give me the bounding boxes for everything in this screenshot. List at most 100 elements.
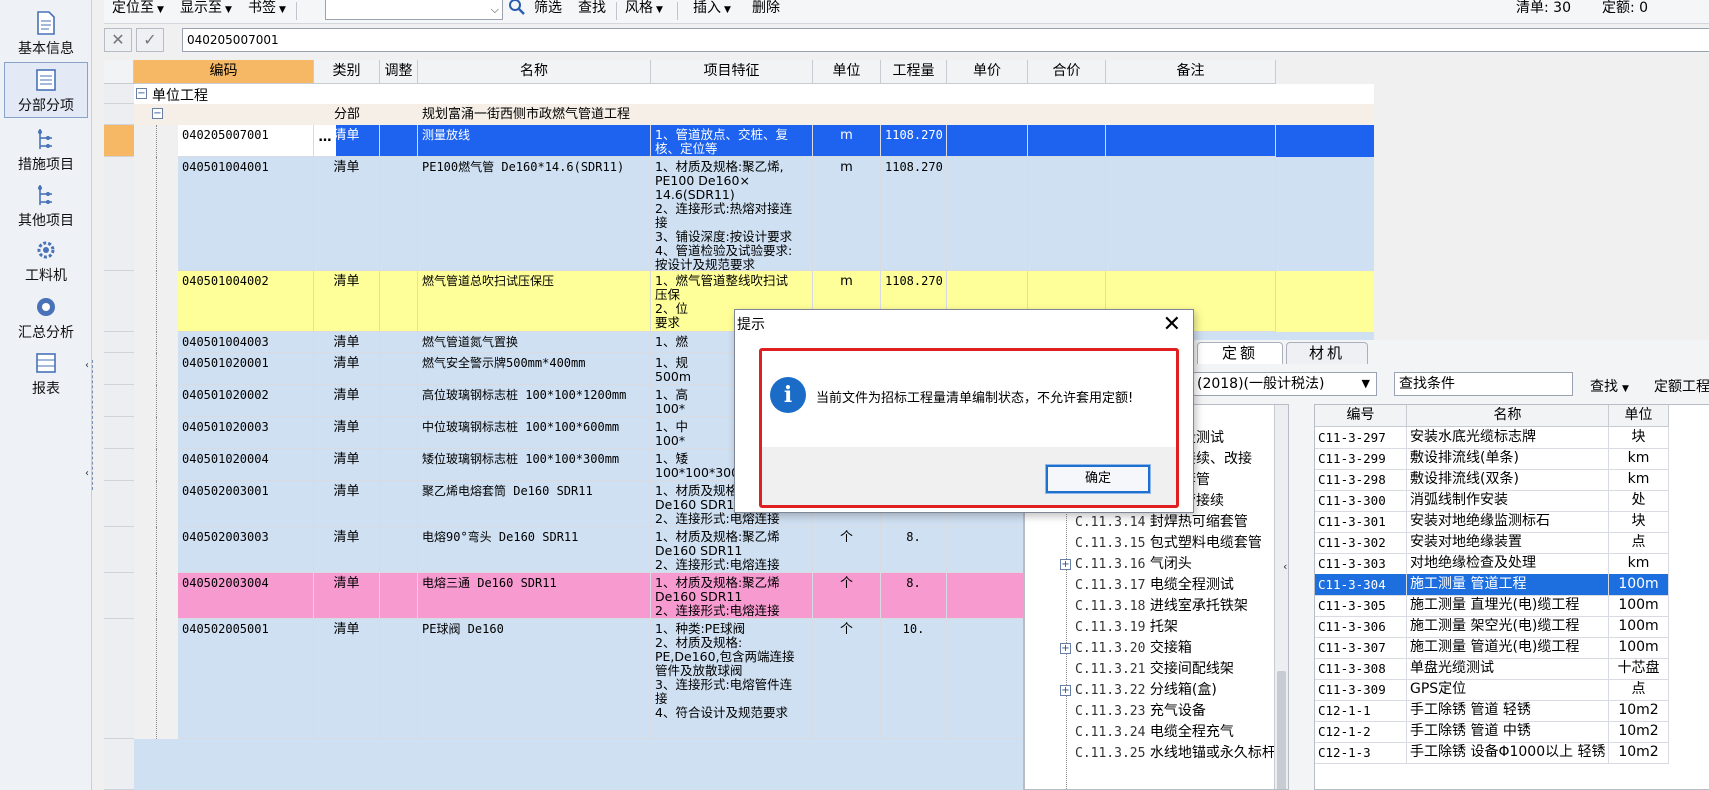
filter-button[interactable]: 筛选 — [534, 0, 562, 24]
list-item[interactable]: C11-3-303 对地绝缘检查及处理 km — [1315, 553, 1709, 575]
code-cell[interactable]: 040501004003 — [178, 332, 314, 353]
search-icon[interactable] — [508, 0, 526, 22]
row-number[interactable] — [104, 271, 134, 332]
code-cell[interactable]: 040501020002 — [178, 385, 314, 417]
scrollbar-thumb[interactable] — [1277, 671, 1286, 789]
tree-item[interactable]: C.11.3.23 充气设备 — [1075, 700, 1206, 722]
tree-scrollbar[interactable] — [1274, 405, 1288, 789]
sidebar-item-3[interactable]: 其他项目 — [4, 178, 88, 234]
list-item[interactable]: C12-1-1 手工除锈 管道 轻锈 10m2 — [1315, 700, 1709, 722]
list-item[interactable]: C11-3-299 敷设排流线(单条) km — [1315, 448, 1709, 470]
list-item[interactable]: C11-3-307 施工测量 管道光(电)缆工程 100m — [1315, 637, 1709, 659]
list-item[interactable]: C11-3-300 消弧线制作安装处 — [1315, 490, 1709, 512]
column-header-qty[interactable]: 工程量 — [881, 60, 947, 84]
sidebar-item-6[interactable]: 报表 — [4, 346, 88, 402]
close-icon[interactable]: ✕ — [1163, 314, 1181, 336]
column-header-name[interactable]: 名称 — [418, 60, 651, 84]
confirm-icon[interactable]: ✓ — [136, 28, 164, 52]
tree-item[interactable]: C.11.3.21 交接间配线架 — [1075, 658, 1234, 680]
list-header-code[interactable]: 编号 — [1315, 405, 1407, 427]
tree-item[interactable]: C.11.3.14 封焊热可缩套管 — [1075, 511, 1248, 533]
expand-icon[interactable]: + — [1060, 559, 1071, 570]
tab-quota[interactable]: 定额 — [1197, 342, 1283, 364]
tree-item[interactable]: C.11.3.25 水线地锚或永久标杆 — [1075, 742, 1276, 764]
column-header-remark[interactable]: 备注 — [1106, 60, 1276, 84]
code-cell[interactable]: 040502005001 — [178, 619, 314, 739]
list-item[interactable]: C12-1-2 手工除锈 管道 中锈 10m2 — [1315, 721, 1709, 743]
panel-splitter-icon[interactable]: ‹ — [1283, 560, 1287, 573]
list-item[interactable]: C12-1-3 手工除锈 设备Φ1000以上 轻锈 10m2 — [1315, 742, 1709, 764]
code-cell[interactable]: 040501020001 — [178, 353, 314, 385]
code-cell[interactable]: 040205007001 — [178, 125, 314, 157]
row-number[interactable] — [104, 157, 134, 271]
tree-item[interactable]: C.11.3.24 电缆全程充气 — [1075, 721, 1234, 743]
row-number[interactable] — [104, 619, 134, 739]
sidebar-item-5[interactable]: 汇总分析 — [4, 290, 88, 346]
row-number[interactable] — [104, 449, 134, 481]
list-item[interactable]: C11-3-305 施工测量 直埋光(电)缆工程 100m — [1315, 595, 1709, 617]
code-cell[interactable]: 040501004002 — [178, 271, 314, 332]
style-dropdown[interactable]: 风格 ▼ — [625, 0, 663, 24]
tab-material[interactable]: 材机 — [1286, 342, 1368, 364]
find-dropdown[interactable]: 查找 ▼ — [1590, 376, 1629, 396]
code-edit-input[interactable]: 040205007001 — [182, 28, 1709, 52]
tree-item[interactable]: C.11.3.15 包式塑料电缆套管 — [1075, 532, 1262, 554]
row-number[interactable] — [104, 527, 134, 573]
expand-icon[interactable]: + — [1060, 643, 1071, 654]
column-header-features[interactable]: 项目特征 — [651, 60, 813, 84]
tree-item[interactable]: C.11.3.18 进线室承托铁架 — [1075, 595, 1248, 617]
list-header-unit[interactable]: 单位 — [1609, 405, 1669, 427]
tree-item[interactable]: C.11.3.20 交接箱 — [1075, 637, 1192, 659]
ok-button[interactable]: 确定 — [1045, 464, 1151, 494]
column-header-total[interactable]: 合价 — [1028, 60, 1106, 84]
list-item[interactable]: C11-3-304 施工测量 管道工程 100m — [1315, 574, 1709, 596]
list-item[interactable]: C11-3-301 安装对地绝缘监测标石块 — [1315, 511, 1709, 533]
list-item[interactable]: C11-3-309 GPS定位点 — [1315, 679, 1709, 701]
column-header-adjust[interactable]: 调整 — [380, 60, 418, 84]
code-cell[interactable]: 040502003004 — [178, 573, 314, 619]
grid-root-row[interactable]: − 单位工程 — [134, 84, 1374, 104]
row-number[interactable] — [104, 353, 134, 385]
list-item[interactable]: C11-3-302 安装对地绝缘装置点 — [1315, 532, 1709, 554]
table-row[interactable]: 040501004001 清单 PE100燃气管 De160*14.6(SDR11)… — [134, 157, 1374, 271]
insert-dropdown[interactable]: 插入 ▼ — [693, 0, 731, 24]
sidebar-item-0[interactable]: 基本信息 — [4, 6, 88, 62]
locate-combo[interactable]: ⌵ — [325, 0, 503, 20]
list-item[interactable]: C11-3-297 安装水底光缆标志牌块 — [1315, 427, 1709, 449]
list-item[interactable]: C11-3-298 敷设排流线(双条) km — [1315, 469, 1709, 491]
tree-item[interactable]: C.11.3.19 托架 — [1075, 616, 1178, 638]
row-number[interactable] — [104, 385, 134, 417]
delete-button[interactable]: 删除 — [752, 0, 780, 24]
row-number[interactable] — [104, 417, 134, 449]
search-condition-input[interactable]: 查找条件 — [1394, 372, 1573, 396]
sidebar-item-4[interactable]: 工料机 — [4, 233, 88, 289]
code-cell[interactable]: 040501020004 — [178, 449, 314, 481]
expand-icon[interactable]: + — [1060, 685, 1071, 696]
column-header-price[interactable]: 单价 — [947, 60, 1028, 84]
row-number[interactable] — [104, 332, 134, 353]
list-header-name[interactable]: 名称 — [1407, 405, 1609, 427]
row-number[interactable] — [104, 573, 134, 619]
column-header-unit[interactable]: 单位 — [813, 60, 881, 84]
find-button[interactable]: 查找 — [578, 0, 606, 24]
sidebar-item-1[interactable]: 分部分项 — [4, 62, 88, 118]
row-number[interactable] — [104, 125, 134, 157]
quota-project-label[interactable]: 定额工程 — [1654, 376, 1709, 396]
code-cell[interactable]: 040501020003 — [178, 417, 314, 449]
code-cell[interactable]: 040502003001 — [178, 481, 314, 527]
bookmark-dropdown[interactable]: 书签 ▼ — [248, 0, 286, 24]
sidebar-collapse-handle[interactable]: ‹ ‹ — [85, 360, 102, 490]
collapse-icon[interactable]: − — [152, 108, 163, 119]
collapse-icon[interactable]: − — [136, 88, 147, 99]
code-cell[interactable]: 040501004001 — [178, 157, 314, 271]
sidebar-item-2[interactable]: 措施项目 — [4, 122, 88, 178]
column-header-code[interactable]: 编码 — [134, 60, 314, 84]
table-row[interactable]: 040205007001… 清单 测量放线 1、管道放点、交桩、复 核、定位等 m 110… — [134, 125, 1374, 157]
list-item[interactable]: C11-3-308 单盘光缆测试 十芯盘 — [1315, 658, 1709, 680]
column-header-category[interactable]: 类别 — [314, 60, 380, 84]
display-dropdown[interactable]: 显示至 ▼ — [180, 0, 232, 24]
grid-division-row[interactable]: − 分部 规划富涌一街西侧市政燃气管道工程 — [134, 104, 1374, 125]
code-cell[interactable]: 040502003003 — [178, 527, 314, 573]
tree-item[interactable]: C.11.3.22 分线箱(盒) — [1075, 679, 1217, 701]
tree-item[interactable]: C.11.3.16 气闭头 — [1075, 553, 1192, 575]
